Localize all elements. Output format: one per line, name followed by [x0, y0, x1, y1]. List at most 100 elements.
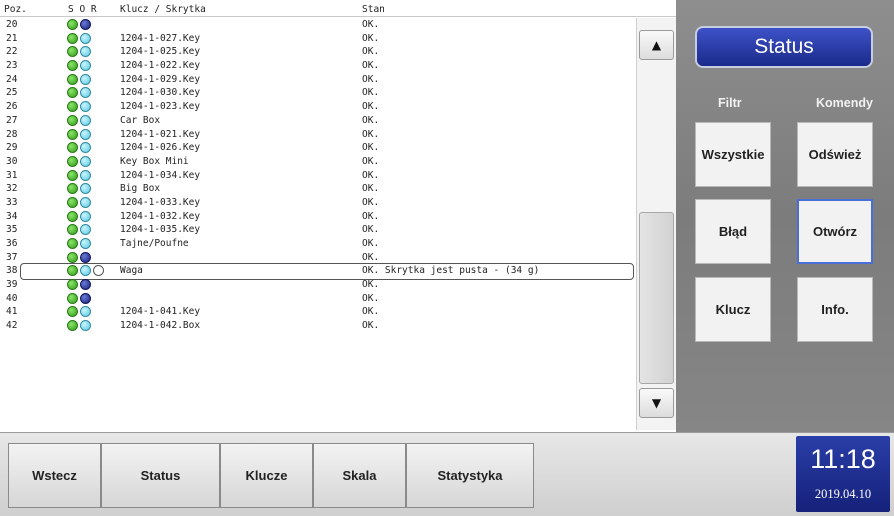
status-dot-blue-icon: [80, 279, 91, 291]
list-item[interactable]: 29 1204-1-026.Key OK.: [0, 141, 636, 155]
row-key-name: 1204-1-041.Key: [120, 306, 201, 318]
row-state: OK.: [362, 101, 380, 113]
key-list: 20 OK. 21 1204-1-027.Key OK. 22 1204-1-025.Key…: [0, 18, 636, 333]
status-dot-cyan-icon: [80, 142, 91, 154]
clock-time: 11:18: [810, 444, 876, 474]
row-status-indicators: [67, 128, 91, 140]
scale-nav-button[interactable]: Skala: [313, 443, 406, 508]
info-button[interactable]: Info.: [797, 277, 873, 342]
status-dot-green-icon: [67, 128, 78, 140]
status-dot-cyan-icon: [80, 169, 91, 181]
status-title-button[interactable]: Status: [695, 26, 873, 68]
row-status-indicators: [67, 251, 91, 263]
status-nav-button[interactable]: Status: [101, 443, 220, 508]
refresh-button[interactable]: Odśwież: [797, 122, 873, 187]
list-item[interactable]: 36 Tajne/Poufne OK.: [0, 237, 636, 251]
list-item[interactable]: 28 1204-1-021.Key OK.: [0, 128, 636, 142]
list-item[interactable]: 32 Big Box OK.: [0, 182, 636, 196]
row-state: OK.: [362, 128, 380, 140]
list-item[interactable]: 27 Car Box OK.: [0, 114, 636, 128]
list-item[interactable]: 31 1204-1-034.Key OK.: [0, 169, 636, 183]
row-status-indicators: [67, 210, 91, 222]
row-position: 32: [6, 183, 18, 195]
list-item[interactable]: 41 1204-1-041.Key OK.: [0, 305, 636, 319]
scroll-down-button[interactable]: ▼: [639, 388, 674, 418]
status-dot-green-icon: [67, 169, 78, 181]
list-item[interactable]: 23 1204-1-022.Key OK.: [0, 59, 636, 73]
row-key-name: Big Box: [120, 183, 161, 195]
row-key-name: 1204-1-022.Key: [120, 60, 201, 72]
list-item[interactable]: 21 1204-1-027.Key OK.: [0, 32, 636, 46]
status-dot-cyan-icon: [80, 114, 91, 126]
row-state: OK.: [362, 292, 380, 304]
list-item-selected[interactable]: 38 Waga OK. Skrytka jest pusta - (34 g): [0, 263, 636, 281]
row-position: 28: [6, 128, 18, 140]
row-status-indicators: [67, 155, 91, 167]
row-position: 38: [6, 265, 18, 277]
row-state: OK.: [362, 224, 380, 236]
keys-nav-button[interactable]: Klucze: [220, 443, 313, 508]
list-item[interactable]: 37 OK.: [0, 251, 636, 265]
list-item[interactable]: 42 1204-1-042.Box OK.: [0, 319, 636, 333]
filter-all-button[interactable]: Wszystkie: [695, 122, 771, 187]
clock-widget: 11:18 2019.04.10: [796, 436, 890, 512]
list-header: Poz. S O R Klucz / Skrytka Stan: [0, 0, 676, 17]
list-item[interactable]: 40 OK.: [0, 292, 636, 306]
list-item[interactable]: 30 Key Box Mini OK.: [0, 155, 636, 169]
row-status-indicators: [67, 224, 91, 236]
row-key-name: 1204-1-023.Key: [120, 101, 201, 113]
status-dot-cyan-icon: [80, 87, 91, 99]
status-dot-green-icon: [67, 114, 78, 126]
row-status-indicators: [67, 101, 91, 113]
status-dot-green-icon: [67, 19, 78, 30]
row-position: 27: [6, 114, 18, 126]
row-position: 34: [6, 210, 18, 222]
row-key-name: Tajne/Poufne: [120, 238, 189, 249]
status-dot-cyan-icon: [80, 60, 91, 72]
row-state: OK.: [362, 114, 380, 126]
filter-error-button[interactable]: Błąd: [695, 199, 771, 264]
row-status-indicators: [67, 279, 91, 291]
status-dot-cyan-icon: [80, 238, 91, 249]
row-position: 21: [6, 32, 18, 44]
header-state: Stan: [362, 4, 385, 15]
filter-key-button[interactable]: Klucz: [695, 277, 771, 342]
list-item[interactable]: 22 1204-1-025.Key OK.: [0, 45, 636, 59]
row-key-name: 1204-1-032.Key: [120, 210, 201, 222]
list-item[interactable]: 20 OK.: [0, 18, 636, 32]
list-scrollbar[interactable]: ▲ ▼: [636, 18, 676, 430]
row-position: 36: [6, 238, 18, 249]
commands-label: Komendy: [816, 96, 873, 110]
open-button[interactable]: Otwórz: [797, 199, 873, 264]
status-dot-cyan-icon: [80, 320, 91, 332]
list-item[interactable]: 26 1204-1-023.Key OK.: [0, 100, 636, 114]
row-position: 23: [6, 60, 18, 72]
row-state: OK.: [362, 46, 380, 58]
list-item[interactable]: 34 1204-1-032.Key OK.: [0, 210, 636, 224]
row-state: OK.: [362, 279, 380, 291]
row-key-name: Waga: [120, 265, 143, 277]
row-state: OK.: [362, 169, 380, 181]
row-state: OK.: [362, 210, 380, 222]
list-item[interactable]: 24 1204-1-029.Key OK.: [0, 73, 636, 87]
status-dot-green-icon: [67, 142, 78, 154]
row-position: 42: [6, 320, 18, 332]
back-button[interactable]: Wstecz: [8, 443, 101, 508]
header-pos: Poz.: [4, 4, 27, 15]
filter-label: Filtr: [718, 96, 742, 110]
arrow-down-icon: ▼: [651, 396, 662, 410]
scroll-up-button[interactable]: ▲: [639, 30, 674, 60]
arrow-up-icon: ▲: [651, 38, 662, 52]
row-position: 25: [6, 87, 18, 99]
row-position: 35: [6, 224, 18, 236]
scroll-thumb[interactable]: [639, 212, 674, 384]
status-dot-cyan-icon: [80, 224, 91, 236]
list-item[interactable]: 25 1204-1-030.Key OK.: [0, 86, 636, 100]
clock-date: 2019.04.10: [814, 487, 872, 501]
list-item[interactable]: 33 1204-1-033.Key OK.: [0, 196, 636, 210]
status-dot-green-icon: [67, 279, 78, 291]
status-dot-cyan-icon: [80, 210, 91, 222]
list-item[interactable]: 35 1204-1-035.Key OK.: [0, 223, 636, 237]
list-item[interactable]: 39 OK.: [0, 278, 636, 292]
statistics-nav-button[interactable]: Statystyka: [406, 443, 534, 508]
